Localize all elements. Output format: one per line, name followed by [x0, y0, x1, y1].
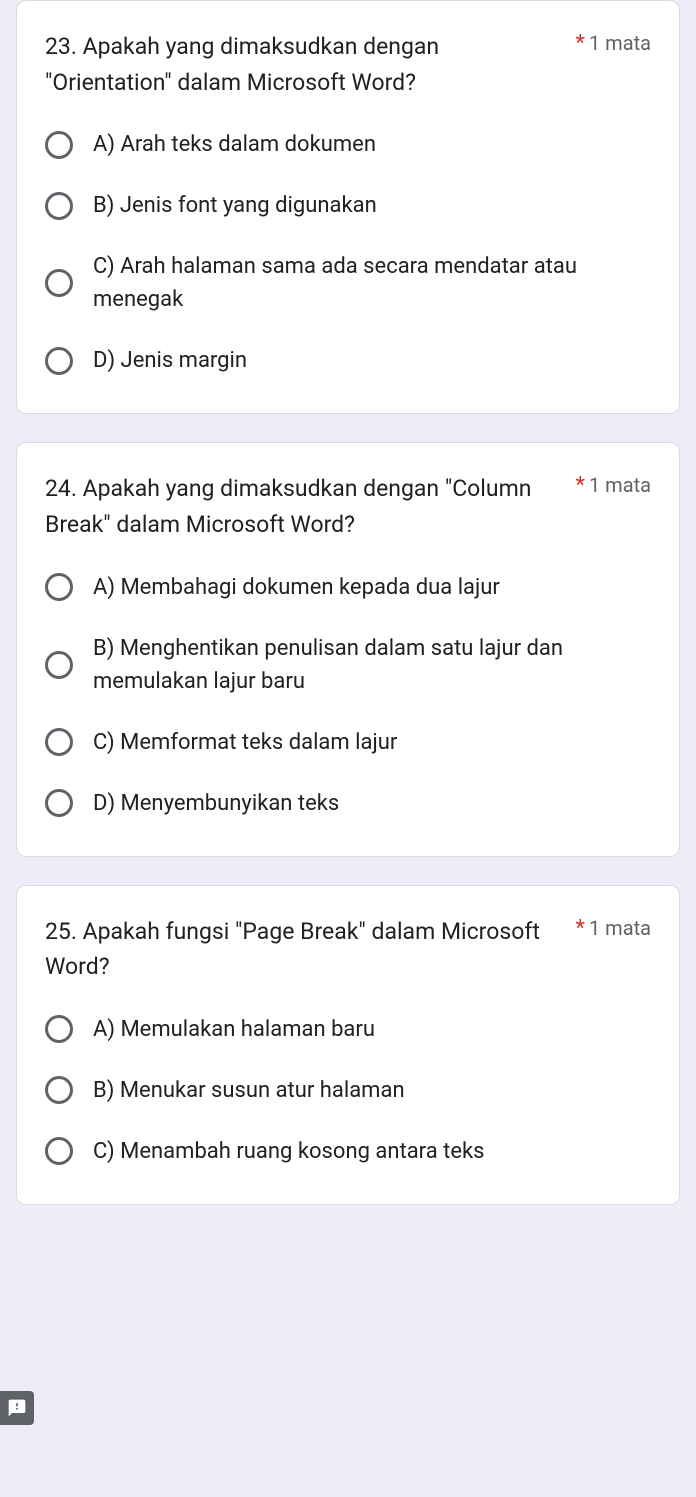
option-label: D) Menyembunyikan teks: [93, 787, 339, 820]
option-b[interactable]: B) Menghentikan penulisan dalam satu laj…: [45, 632, 651, 698]
radio-icon: [45, 1015, 73, 1043]
question-card: 25. Apakah fungsi "Page Break" dalam Mic…: [16, 885, 680, 1205]
radio-icon: [45, 192, 73, 220]
required-asterisk: *: [575, 473, 584, 498]
option-label: D) Jenis margin: [93, 344, 247, 377]
option-label: A) Arah teks dalam dokumen: [93, 128, 376, 161]
option-label: B) Jenis font yang digunakan: [93, 189, 377, 222]
option-label: A) Memulakan halaman baru: [93, 1013, 375, 1046]
question-title: 25. Apakah fungsi "Page Break" dalam Mic…: [45, 914, 575, 985]
radio-icon: [45, 131, 73, 159]
option-d[interactable]: D) Jenis margin: [45, 344, 651, 377]
question-card: 24. Apakah yang dimaksudkan dengan "Colu…: [16, 442, 680, 856]
question-points: *1 mata: [575, 29, 651, 56]
option-d[interactable]: D) Menyembunyikan teks: [45, 787, 651, 820]
question-points: *1 mata: [575, 471, 651, 498]
question-card: 23. Apakah yang dimaksudkan dengan "Orie…: [16, 0, 680, 414]
option-label: A) Membahagi dokumen kepada dua lajur: [93, 571, 500, 604]
radio-icon: [45, 728, 73, 756]
options-group: A) Membahagi dokumen kepada dua lajur B)…: [45, 571, 651, 820]
option-b[interactable]: B) Menukar susun atur halaman: [45, 1074, 651, 1107]
points-label: 1 mata: [589, 473, 651, 497]
radio-icon: [45, 1137, 73, 1165]
option-label: B) Menukar susun atur halaman: [93, 1074, 405, 1107]
option-a[interactable]: A) Memulakan halaman baru: [45, 1013, 651, 1046]
question-header: 25. Apakah fungsi "Page Break" dalam Mic…: [45, 914, 651, 985]
option-a[interactable]: A) Membahagi dokumen kepada dua lajur: [45, 571, 651, 604]
required-asterisk: *: [575, 31, 584, 56]
question-title: 24. Apakah yang dimaksudkan dengan "Colu…: [45, 471, 575, 542]
options-group: A) Memulakan halaman baru B) Menukar sus…: [45, 1013, 651, 1168]
question-title: 23. Apakah yang dimaksudkan dengan "Orie…: [45, 29, 575, 100]
radio-icon: [45, 789, 73, 817]
radio-icon: [45, 651, 73, 679]
option-a[interactable]: A) Arah teks dalam dokumen: [45, 128, 651, 161]
option-label: B) Menghentikan penulisan dalam satu laj…: [93, 632, 651, 698]
option-label: C) Menambah ruang kosong antara teks: [93, 1135, 485, 1168]
option-c[interactable]: C) Arah halaman sama ada secara mendatar…: [45, 250, 651, 316]
radio-icon: [45, 1076, 73, 1104]
report-icon: [7, 1398, 27, 1418]
option-c[interactable]: C) Memformat teks dalam lajur: [45, 726, 651, 759]
points-label: 1 mata: [589, 31, 651, 55]
report-problem-button[interactable]: [0, 1391, 34, 1425]
question-points: *1 mata: [575, 914, 651, 941]
radio-icon: [45, 269, 73, 297]
option-label: C) Memformat teks dalam lajur: [93, 726, 397, 759]
required-asterisk: *: [575, 916, 584, 941]
option-c[interactable]: C) Menambah ruang kosong antara teks: [45, 1135, 651, 1168]
radio-icon: [45, 573, 73, 601]
option-b[interactable]: B) Jenis font yang digunakan: [45, 189, 651, 222]
points-label: 1 mata: [589, 916, 651, 940]
question-header: 23. Apakah yang dimaksudkan dengan "Orie…: [45, 29, 651, 100]
radio-icon: [45, 347, 73, 375]
option-label: C) Arah halaman sama ada secara mendatar…: [93, 250, 651, 316]
options-group: A) Arah teks dalam dokumen B) Jenis font…: [45, 128, 651, 377]
question-header: 24. Apakah yang dimaksudkan dengan "Colu…: [45, 471, 651, 542]
